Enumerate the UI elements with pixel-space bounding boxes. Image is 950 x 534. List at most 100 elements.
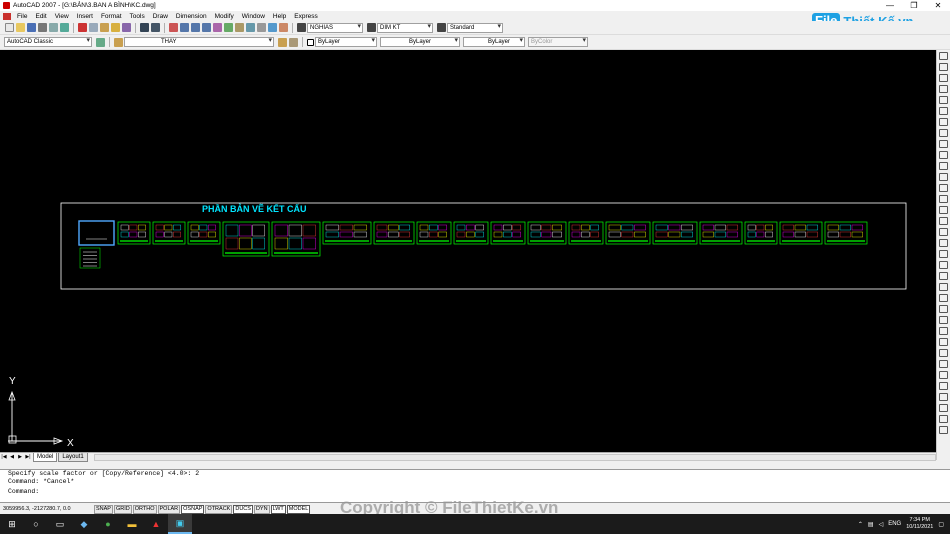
layer-manager-icon[interactable] (114, 37, 123, 47)
layer-previous-icon[interactable] (289, 37, 298, 47)
autocad-taskbar-icon[interactable]: ▲ (144, 514, 168, 534)
ellipse-arc-icon[interactable] (939, 162, 948, 170)
redo-icon[interactable] (151, 23, 160, 32)
table-style-combo[interactable]: Standard (447, 22, 503, 33)
color-combo[interactable]: ByLayer (315, 37, 377, 47)
fillet-icon[interactable] (939, 415, 948, 423)
coordinate-readout[interactable]: 3059956.3, -2127280.7, 0.0 (0, 506, 94, 512)
chevron-up-icon[interactable]: ⌃ (858, 521, 863, 528)
circle-icon[interactable] (939, 118, 948, 126)
model-toggle[interactable]: MODEL (286, 504, 311, 514)
move-icon[interactable] (939, 316, 948, 324)
gradient-icon[interactable] (939, 217, 948, 225)
scale-icon[interactable] (939, 338, 948, 346)
menu-dimension[interactable]: Dimension (172, 13, 211, 20)
command-prompt[interactable]: Command: (8, 488, 950, 496)
tab-next-button[interactable]: ▶ (16, 454, 24, 460)
notifications-icon[interactable]: ▢ (938, 521, 944, 528)
cut-icon[interactable] (78, 23, 87, 32)
stretch-icon[interactable] (939, 349, 948, 357)
save-icon[interactable] (27, 23, 36, 32)
erase-icon[interactable] (939, 261, 948, 269)
tab-last-button[interactable]: ▶| (24, 454, 32, 460)
clock[interactable]: 7:34 PM 10/11/2021 (906, 517, 933, 531)
menu-edit[interactable]: Edit (31, 13, 50, 20)
region-icon[interactable] (939, 228, 948, 236)
menu-file[interactable]: File (13, 13, 31, 20)
markup-icon[interactable] (257, 23, 266, 32)
linetype-combo[interactable]: ByLayer (380, 37, 460, 47)
lineweight-combo[interactable]: ByLayer (463, 37, 525, 47)
dim-style-combo[interactable]: DIM KT (377, 22, 433, 33)
menu-window[interactable]: Window (238, 13, 269, 20)
tab-prev-button[interactable]: ◀ (8, 454, 16, 460)
menu-help[interactable]: Help (269, 13, 290, 20)
spline-icon[interactable] (939, 140, 948, 148)
workspace-settings-icon[interactable] (96, 37, 105, 47)
osnap-toggle[interactable]: OSNAP (181, 504, 205, 514)
tab-layout1[interactable]: Layout1 (58, 452, 88, 462)
sheet-set-icon[interactable] (246, 23, 255, 32)
undo-icon[interactable] (140, 23, 149, 32)
tool-palettes-icon[interactable] (235, 23, 244, 32)
explode-icon[interactable] (939, 426, 948, 434)
offset-icon[interactable] (939, 294, 948, 302)
extend-icon[interactable] (939, 371, 948, 379)
copy-icon[interactable] (89, 23, 98, 32)
polar-toggle[interactable]: POLAR (157, 504, 181, 514)
menu-draw[interactable]: Draw (149, 13, 172, 20)
drawing-area[interactable]: PHẦN BẢN VẼ KẾT CẤU Y X (0, 50, 936, 452)
zoom-previous-icon[interactable] (202, 23, 211, 32)
join-icon[interactable] (939, 393, 948, 401)
rectangle-icon[interactable] (939, 96, 948, 104)
table-style-icon[interactable] (437, 23, 446, 32)
document-icon[interactable] (3, 12, 11, 20)
menu-express[interactable]: Express (290, 13, 321, 20)
drawing-svg[interactable]: PHẦN BẢN VẼ KẾT CẤU Y X (0, 50, 936, 452)
windows-start-icon[interactable]: ⊞ (0, 514, 24, 534)
ortho-toggle[interactable]: ORTHO (132, 504, 157, 514)
menu-modify[interactable]: Modify (211, 13, 238, 20)
make-block-icon[interactable] (939, 184, 948, 192)
make-object-layer-current-icon[interactable] (278, 37, 287, 47)
minimize-button[interactable]: — (878, 0, 902, 11)
plot-preview-icon[interactable] (49, 23, 58, 32)
horizontal-scrollbar[interactable] (93, 453, 936, 461)
pan-icon[interactable] (169, 23, 178, 32)
layer-combo[interactable]: THAY (124, 37, 274, 47)
break-icon[interactable] (939, 382, 948, 390)
properties-icon[interactable] (213, 23, 222, 32)
menu-tools[interactable]: Tools (126, 13, 149, 20)
chrome-icon[interactable]: ● (96, 514, 120, 534)
revision-cloud-icon[interactable] (939, 129, 948, 137)
media-app-icon[interactable]: ◆ (72, 514, 96, 534)
array-icon[interactable] (939, 305, 948, 313)
insert-block-icon[interactable] (939, 173, 948, 181)
arc-icon[interactable] (939, 107, 948, 115)
zoom-realtime-icon[interactable] (180, 23, 189, 32)
dyn-toggle[interactable]: DYN (253, 504, 270, 514)
grid-toggle[interactable]: GRID (113, 504, 132, 514)
close-button[interactable]: ✕ (926, 0, 950, 11)
file-explorer-icon[interactable]: ▬ (120, 514, 144, 534)
mirror-icon[interactable] (939, 283, 948, 291)
print-icon[interactable] (38, 23, 47, 32)
text-style-combo[interactable]: NGHIAS (307, 22, 363, 33)
dim-style-icon[interactable] (367, 23, 376, 32)
menu-view[interactable]: View (51, 13, 73, 20)
otrack-toggle[interactable]: OTRACK (205, 504, 233, 514)
workspace-combo[interactable]: AutoCAD Classic (4, 37, 92, 47)
autocad-app-icon[interactable] (3, 2, 10, 9)
design-center-icon[interactable] (224, 23, 233, 32)
copy-icon[interactable] (939, 272, 948, 280)
volume-icon[interactable]: ◁ (879, 521, 884, 528)
open-icon[interactable] (16, 23, 25, 32)
polygon-icon[interactable] (939, 85, 948, 93)
active-app-icon[interactable]: ▣ (168, 514, 192, 534)
ellipse-icon[interactable] (939, 151, 948, 159)
snap-toggle[interactable]: SNAP (94, 504, 113, 514)
menu-insert[interactable]: Insert (73, 13, 97, 20)
calculator-icon[interactable] (268, 23, 277, 32)
trim-icon[interactable] (939, 360, 948, 368)
network-icon[interactable]: ▤ (868, 521, 874, 528)
